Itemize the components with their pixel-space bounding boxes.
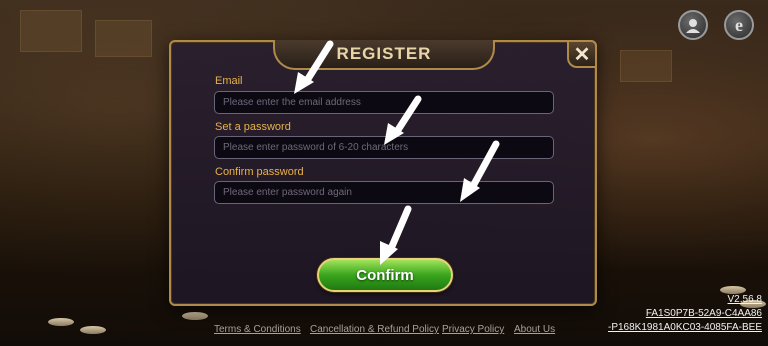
refund-policy-link[interactable]: Cancellation & Refund Policy xyxy=(310,324,439,335)
background-window xyxy=(95,20,152,57)
poker-chip xyxy=(720,286,746,294)
device-id-line1: FA1S0P7B-52A9-C4AA86 xyxy=(645,308,762,319)
dialog-title: REGISTER xyxy=(336,44,432,63)
email-label: Email xyxy=(215,75,243,87)
about-us-link[interactable]: About Us xyxy=(514,324,555,335)
background-window xyxy=(20,10,82,52)
background-window xyxy=(620,50,672,82)
close-icon: ✕ xyxy=(573,43,591,66)
browser-e-icon[interactable]: e xyxy=(724,10,754,40)
confirm-password-label: Confirm password xyxy=(215,166,304,178)
customer-service-icon[interactable] xyxy=(678,10,708,40)
poker-chip xyxy=(48,318,74,326)
annotation-arrow-icon xyxy=(384,95,422,145)
confirm-button-label: Confirm xyxy=(356,266,414,284)
poker-chip xyxy=(80,326,106,334)
version-number: V2.56.8 xyxy=(727,294,762,305)
close-button[interactable]: ✕ xyxy=(567,40,597,68)
annotation-arrow-icon xyxy=(294,40,334,94)
device-id-line2: -P168K1981A0KC03-4085FA-BEE xyxy=(608,322,762,333)
annotation-arrow-icon xyxy=(460,140,500,202)
poker-chip xyxy=(182,312,208,320)
password-label: Set a password xyxy=(215,121,291,133)
terms-link[interactable]: Terms & Conditions xyxy=(214,324,301,335)
annotation-arrow-icon xyxy=(380,205,412,265)
privacy-policy-link[interactable]: Privacy Policy xyxy=(442,324,504,335)
